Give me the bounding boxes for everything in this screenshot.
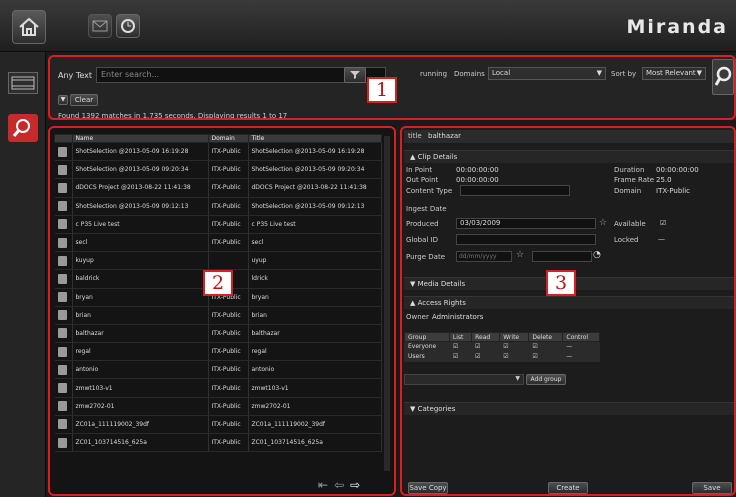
- top-bar: Miranda: [0, 0, 736, 52]
- annotation-label-1: 1: [367, 77, 397, 103]
- magnifier-icon: [12, 119, 30, 137]
- annotation-label-2: 2: [203, 270, 233, 296]
- filmstrip-button[interactable]: [8, 72, 38, 94]
- annotation-box-2: [48, 126, 396, 496]
- mail-button[interactable]: [88, 14, 112, 38]
- annotation-box-3: [400, 126, 736, 496]
- mail-icon: [92, 20, 108, 32]
- left-toolbar: [0, 52, 46, 497]
- miranda-logo: Miranda: [626, 16, 728, 38]
- settings-button[interactable]: [116, 14, 140, 38]
- clock-icon: [121, 19, 135, 33]
- app-window: Miranda Any Text Enter search... running…: [0, 0, 736, 497]
- filmstrip-icon: [11, 76, 35, 90]
- annotation-label-3: 3: [546, 270, 576, 296]
- search-tab-button[interactable]: [8, 114, 38, 142]
- home-icon: [19, 17, 39, 36]
- home-button[interactable]: [12, 10, 46, 44]
